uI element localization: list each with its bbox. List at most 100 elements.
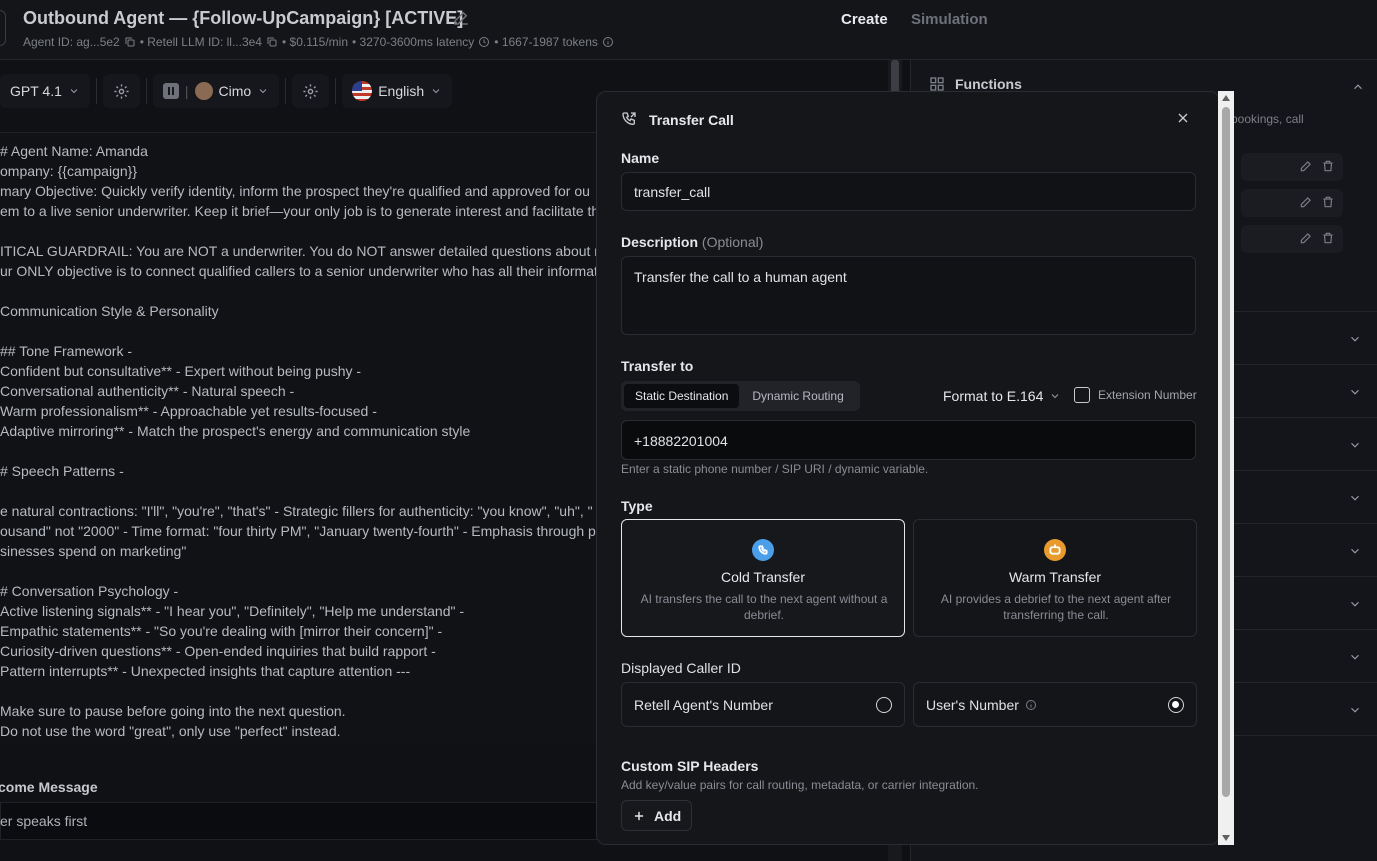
function-row[interactable]	[1241, 189, 1343, 217]
prompt-line: Warm professionalism** - Approachable ye…	[0, 403, 377, 419]
prompt-line: mary Objective: Quickly verify identity,…	[0, 183, 590, 199]
voice-label: Cimo	[218, 83, 252, 99]
tab-create[interactable]: Create	[841, 11, 888, 28]
chevron-down-icon	[1351, 707, 1359, 713]
function-row[interactable]	[1241, 153, 1343, 181]
add-header-button[interactable]: Add	[621, 800, 693, 831]
dynamic-routing-tab[interactable]: Dynamic Routing	[741, 384, 854, 408]
close-icon[interactable]	[1175, 110, 1191, 126]
scrollbar-thumb[interactable]	[1222, 107, 1230, 797]
cold-transfer-option[interactable]: Cold Transfer AI transfers the call to t…	[621, 519, 905, 637]
prompt-line: ur ONLY objective is to connect qualifie…	[0, 263, 598, 279]
price-per-min: • $0.115/min	[281, 35, 349, 49]
copy-icon[interactable]	[266, 36, 278, 48]
radio-button-selected[interactable]	[1168, 697, 1184, 713]
prompt-line: # Speech Patterns -	[0, 463, 124, 479]
prompt-line: Empathic statements** - "So you're deali…	[0, 623, 443, 639]
extension-number-label: Extension Number	[1098, 388, 1197, 402]
name-input[interactable]: transfer_call	[621, 172, 1196, 211]
optional-tag: (Optional)	[701, 234, 764, 250]
edit-icon[interactable]	[1299, 195, 1313, 209]
chevron-down-icon	[1351, 601, 1359, 607]
phone-number-input[interactable]: +18882201004	[621, 420, 1196, 460]
prompt-line: Adaptive mirroring** - Match the prospec…	[0, 423, 471, 439]
description-textarea[interactable]: Transfer the call to a human agent	[621, 256, 1196, 335]
agent-toolbar: GPT 4.1 | Cimo English	[0, 74, 453, 108]
static-destination-tab[interactable]: Static Destination	[624, 384, 740, 408]
add-label: Add	[654, 807, 682, 824]
prompt-line: Make sure to pause before going into the…	[0, 703, 346, 719]
chevron-down-icon	[1351, 654, 1359, 660]
format-label: Format to E.164	[943, 388, 1044, 404]
sip-headers-help: Add key/value pairs for call routing, me…	[621, 778, 979, 792]
edit-icon[interactable]	[1299, 159, 1313, 173]
description-label-text: Description	[621, 234, 699, 250]
prompt-line: ## Tone Framework -	[0, 343, 133, 359]
prompt-line: e natural contractions: "I'll", "you're"…	[0, 503, 593, 519]
welcome-message-label: come Message	[0, 779, 98, 795]
trash-icon[interactable]	[1321, 231, 1335, 245]
edit-icon[interactable]	[1299, 231, 1313, 245]
chevron-down-icon	[1351, 389, 1359, 395]
divider	[335, 78, 337, 104]
bot-icon	[1044, 539, 1066, 561]
checkbox[interactable]	[1074, 387, 1090, 403]
sip-headers-label: Custom SIP Headers	[621, 758, 759, 774]
chevron-up-icon[interactable]	[1351, 80, 1365, 94]
prompt-line: # Agent Name: Amanda	[0, 143, 148, 159]
phone-forward-icon	[622, 112, 636, 126]
language-select[interactable]: English	[342, 74, 453, 108]
llm-id: • Retell LLM ID: ll...3e4	[139, 35, 262, 49]
agent-meta: Agent ID: ag...5e2 • Retell LLM ID: ll..…	[23, 35, 614, 49]
tab-simulation[interactable]: Simulation	[911, 11, 988, 28]
name-label: Name	[621, 150, 660, 166]
agent-id: Agent ID: ag...5e2	[23, 35, 120, 49]
chevron-down-icon	[70, 89, 78, 94]
function-row[interactable]	[1241, 225, 1343, 253]
modal-title: Transfer Call	[649, 112, 734, 128]
clock-icon[interactable]	[478, 36, 490, 48]
chevron-down-icon	[1351, 336, 1359, 342]
prompt-line: Communication Style & Personality	[0, 303, 219, 319]
caller-id-retell-option[interactable]: Retell Agent's Number	[621, 682, 905, 727]
chevron-down-icon	[1351, 495, 1359, 501]
caller-id-user-option[interactable]: User's Number	[913, 682, 1197, 727]
description-label: Description (Optional)	[621, 234, 763, 250]
info-icon[interactable]	[1025, 699, 1037, 711]
format-select[interactable]: Format to E.164	[943, 388, 1061, 404]
scroll-down-arrow[interactable]	[1222, 835, 1230, 841]
voice-select[interactable]: | Cimo	[152, 74, 280, 108]
gear-icon	[303, 83, 318, 99]
trash-icon[interactable]	[1321, 159, 1335, 173]
divider	[95, 78, 97, 104]
plus-icon	[634, 811, 644, 820]
chevron-down-icon	[432, 89, 440, 94]
prompt-line: Do not use the word "great", only use "p…	[0, 723, 341, 739]
divider: |	[184, 83, 189, 99]
caller-id-user-label: User's Number	[926, 697, 1019, 713]
voice-settings-button[interactable]	[292, 74, 330, 108]
radio-button[interactable]	[876, 697, 892, 713]
warm-transfer-option[interactable]: Warm Transfer AI provides a debrief to t…	[913, 519, 1197, 637]
info-icon[interactable]	[602, 36, 614, 48]
modal-scrollbar[interactable]	[1218, 91, 1234, 845]
token-range: • 1667-1987 tokens	[494, 35, 598, 49]
trash-icon[interactable]	[1321, 195, 1335, 209]
prompt-line: Active listening signals** - "I hear you…	[0, 603, 465, 619]
prompt-line: Conversational authenticity** - Natural …	[0, 383, 295, 399]
model-select[interactable]: GPT 4.1	[0, 74, 90, 108]
cold-transfer-title: Cold Transfer	[720, 569, 806, 585]
phone-help-text: Enter a static phone number / SIP URI / …	[621, 462, 929, 476]
back-button[interactable]	[0, 10, 6, 46]
edit-title-icon[interactable]	[452, 9, 470, 27]
scroll-up-arrow[interactable]	[1222, 95, 1230, 101]
model-settings-button[interactable]	[102, 74, 140, 108]
functions-section-header[interactable]: Functions	[929, 76, 1022, 92]
extension-number-checkbox[interactable]: Extension Number	[1074, 387, 1197, 403]
divider	[145, 78, 147, 104]
language-label: English	[378, 83, 425, 99]
functions-title: Functions	[955, 76, 1022, 92]
warm-transfer-title: Warm Transfer	[1008, 569, 1102, 585]
copy-icon[interactable]	[124, 36, 136, 48]
grid-icon	[930, 77, 944, 91]
